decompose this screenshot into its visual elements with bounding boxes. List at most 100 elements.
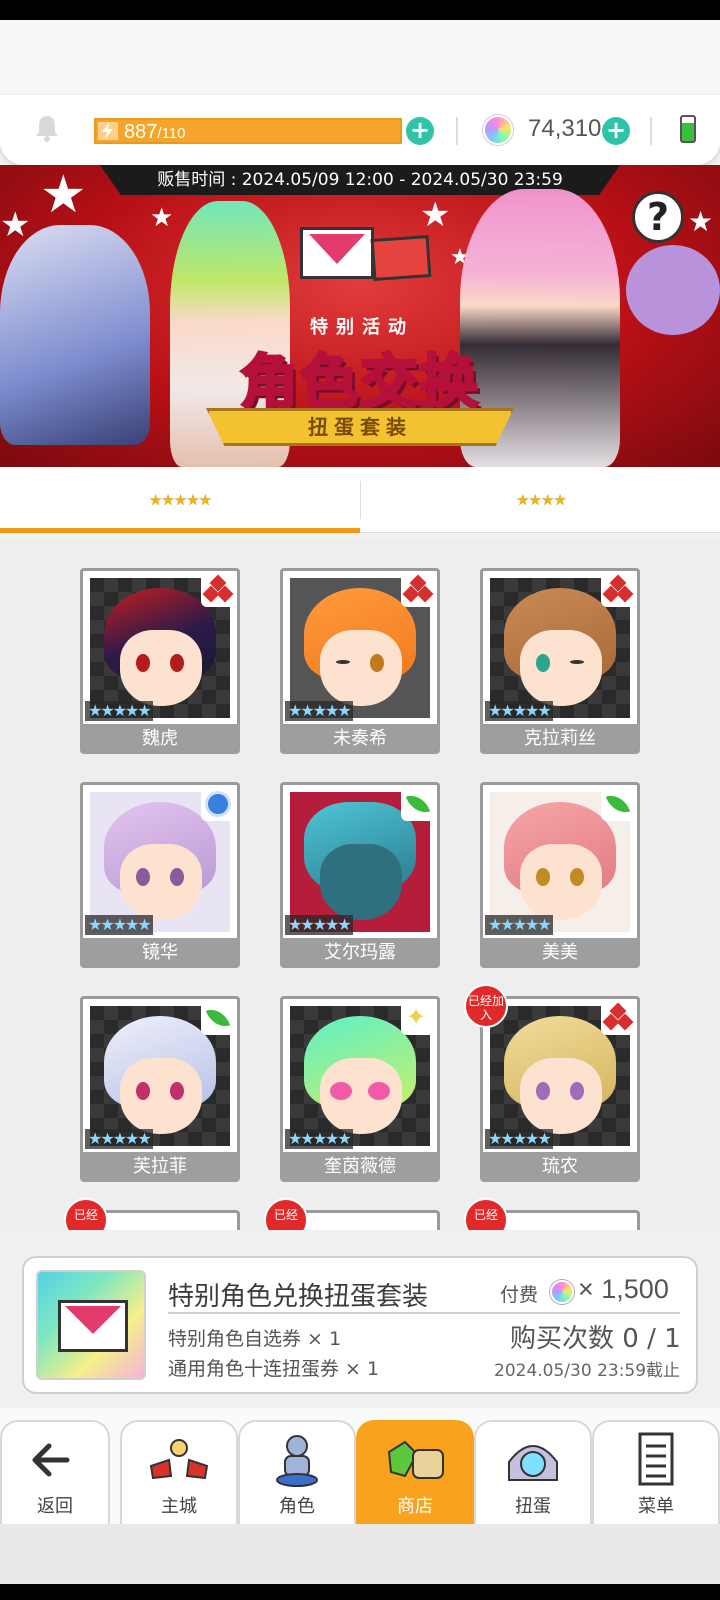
product-card[interactable]: 特别角色兑换扭蛋套装 特别角色自选券 × 1 通用角色十连扭蛋券 × 1 付费 … xyxy=(22,1256,698,1394)
character-name: 未奏希 xyxy=(280,724,440,754)
back-button[interactable]: 返回 xyxy=(0,1420,110,1526)
gem-icon xyxy=(483,115,513,145)
stamina-max: /110 xyxy=(157,125,186,142)
eye xyxy=(136,654,150,672)
joined-badge: 已经加入 xyxy=(464,984,508,1028)
character-card[interactable]: ★★★★★ 镜华 xyxy=(80,782,240,970)
product-title: 特别角色兑换扭蛋套装 xyxy=(168,1282,429,1312)
product-thumbnail xyxy=(36,1270,146,1380)
arrow-left-icon xyxy=(32,1443,70,1477)
castle-icon xyxy=(149,1439,209,1480)
add-stamina-button[interactable]: + xyxy=(406,117,434,145)
event-banner: 贩售时间 : 2024.05/09 12:00 - 2024.05/30 23:… xyxy=(0,165,720,467)
star-decoration-icon: ★ xyxy=(40,165,87,225)
fire-attribute-icon xyxy=(401,573,435,607)
eye xyxy=(170,654,184,672)
face xyxy=(320,630,402,706)
card-frame: ★★★★★ xyxy=(480,782,640,942)
rarity-stars: ★★★★★ xyxy=(285,701,353,721)
character-name: 芙拉菲 xyxy=(80,1152,240,1182)
product-item: 特别角色自选券 × 1 xyxy=(168,1328,342,1350)
product-item: 通用角色十连扭蛋券 × 1 xyxy=(168,1358,380,1380)
character-name: 克拉莉丝 xyxy=(480,724,640,754)
rarity-stars: ★★★★★ xyxy=(485,1129,553,1149)
star-decoration-icon: ★ xyxy=(420,195,451,235)
card-frame: ★★★★★ xyxy=(280,782,440,942)
help-button[interactable]: ? xyxy=(632,191,684,243)
status-bar xyxy=(0,0,720,20)
joined-badge: 已经 xyxy=(64,1198,108,1230)
gacha-envelope-icon xyxy=(58,1300,128,1352)
stamina-value: 887/110 xyxy=(124,120,185,146)
gacha-machine-icon xyxy=(508,1445,558,1481)
character-name: 艾尔玛露 xyxy=(280,938,440,968)
face xyxy=(320,1058,402,1134)
deadline: 2024.05/30 23:59截止 xyxy=(494,1361,681,1381)
character-card[interactable]: ✦ ★★★★★ 奎茵薇德 xyxy=(280,996,440,1184)
rarity-stars: ★★★★★ xyxy=(285,915,353,935)
character-card[interactable]: 已经 xyxy=(264,1198,440,1230)
rarity-stars: ★★★★★ xyxy=(485,915,553,935)
character-card[interactable]: ★★★★★ 克拉莉丝 xyxy=(480,568,640,756)
card-frame: ★★★★★ xyxy=(80,996,240,1156)
eye xyxy=(136,868,150,886)
status-area xyxy=(0,20,720,100)
character-card[interactable]: ★★★★★ 美美 xyxy=(480,782,640,970)
character-name: 琉农 xyxy=(480,1152,640,1182)
character-card[interactable]: ★★★★★ 未奏希 xyxy=(280,568,440,756)
character-card[interactable]: ★★★★★ 魏虎 xyxy=(80,568,240,756)
tab-5-star[interactable]: ★★★★★ xyxy=(0,467,360,533)
character-card[interactable]: ★★★★★ 芙拉菲 xyxy=(80,996,240,1184)
divider xyxy=(456,117,458,145)
fire-attribute-icon xyxy=(601,1001,635,1035)
light-attribute-icon: ✦ xyxy=(401,1001,435,1035)
nav-label: 菜单 xyxy=(638,1496,674,1517)
nav-item-home[interactable]: 主城 xyxy=(120,1420,238,1526)
nav-item-menu[interactable]: 菜单 xyxy=(592,1420,720,1526)
eye xyxy=(536,654,550,672)
bell-icon[interactable] xyxy=(32,113,62,143)
wind-attribute-icon xyxy=(401,787,435,821)
eye xyxy=(536,1082,550,1100)
resource-bar: 887/110 + 74,310 + xyxy=(0,95,720,165)
stamina-bar: 887/110 xyxy=(94,118,402,144)
character-card[interactable]: 已经 xyxy=(464,1198,640,1230)
nav-item-shop[interactable]: 商店 xyxy=(356,1420,474,1526)
star-decoration-icon: ★ xyxy=(688,205,714,238)
gem-icon xyxy=(550,1280,574,1304)
water-attribute-icon xyxy=(201,787,235,821)
character-card[interactable]: 已经 xyxy=(64,1198,240,1230)
star-decoration-icon: ★ xyxy=(150,203,174,233)
fire-attribute-icon xyxy=(601,573,635,607)
bottom-navigation: 返回 主城 角色 商店 扭蛋 菜单 xyxy=(0,1408,720,1526)
dragon-art xyxy=(0,225,150,445)
event-subtitle: 扭蛋套装 xyxy=(206,408,514,446)
menu-list-icon xyxy=(638,1432,674,1486)
battery-icon xyxy=(680,115,696,143)
tab-divider xyxy=(360,481,361,519)
eye xyxy=(570,1082,584,1100)
character-card[interactable]: 已经加入 ★★★★★ 琉农 xyxy=(464,984,640,1184)
face xyxy=(520,1058,602,1134)
visor xyxy=(320,844,402,920)
card-frame: ★★★★★ xyxy=(80,782,240,942)
tab-4-star[interactable]: ★★★★ xyxy=(362,467,720,533)
nav-item-characters[interactable]: 角色 xyxy=(238,1420,356,1526)
nav-label: 返回 xyxy=(37,1496,73,1517)
nav-item-gacha[interactable]: 扭蛋 xyxy=(474,1420,592,1526)
rarity-stars: ★★★★★ xyxy=(285,1129,353,1149)
price-label: 付费 xyxy=(500,1284,539,1306)
price-value: × 1,500 xyxy=(578,1274,669,1304)
add-gems-button[interactable]: + xyxy=(602,117,630,145)
rarity-stars: ★★★★★ xyxy=(85,1129,153,1149)
eye xyxy=(570,868,584,886)
character-card[interactable]: ★★★★★ 艾尔玛露 xyxy=(280,782,440,970)
character-name: 奎茵薇德 xyxy=(280,1152,440,1182)
event-title: 角色交换 xyxy=(238,347,480,418)
wind-attribute-icon xyxy=(201,1001,235,1035)
eye xyxy=(136,1082,150,1100)
character-name: 魏虎 xyxy=(80,724,240,754)
face xyxy=(520,844,602,920)
fire-attribute-icon xyxy=(201,573,235,607)
joined-badge: 已经 xyxy=(264,1198,308,1230)
